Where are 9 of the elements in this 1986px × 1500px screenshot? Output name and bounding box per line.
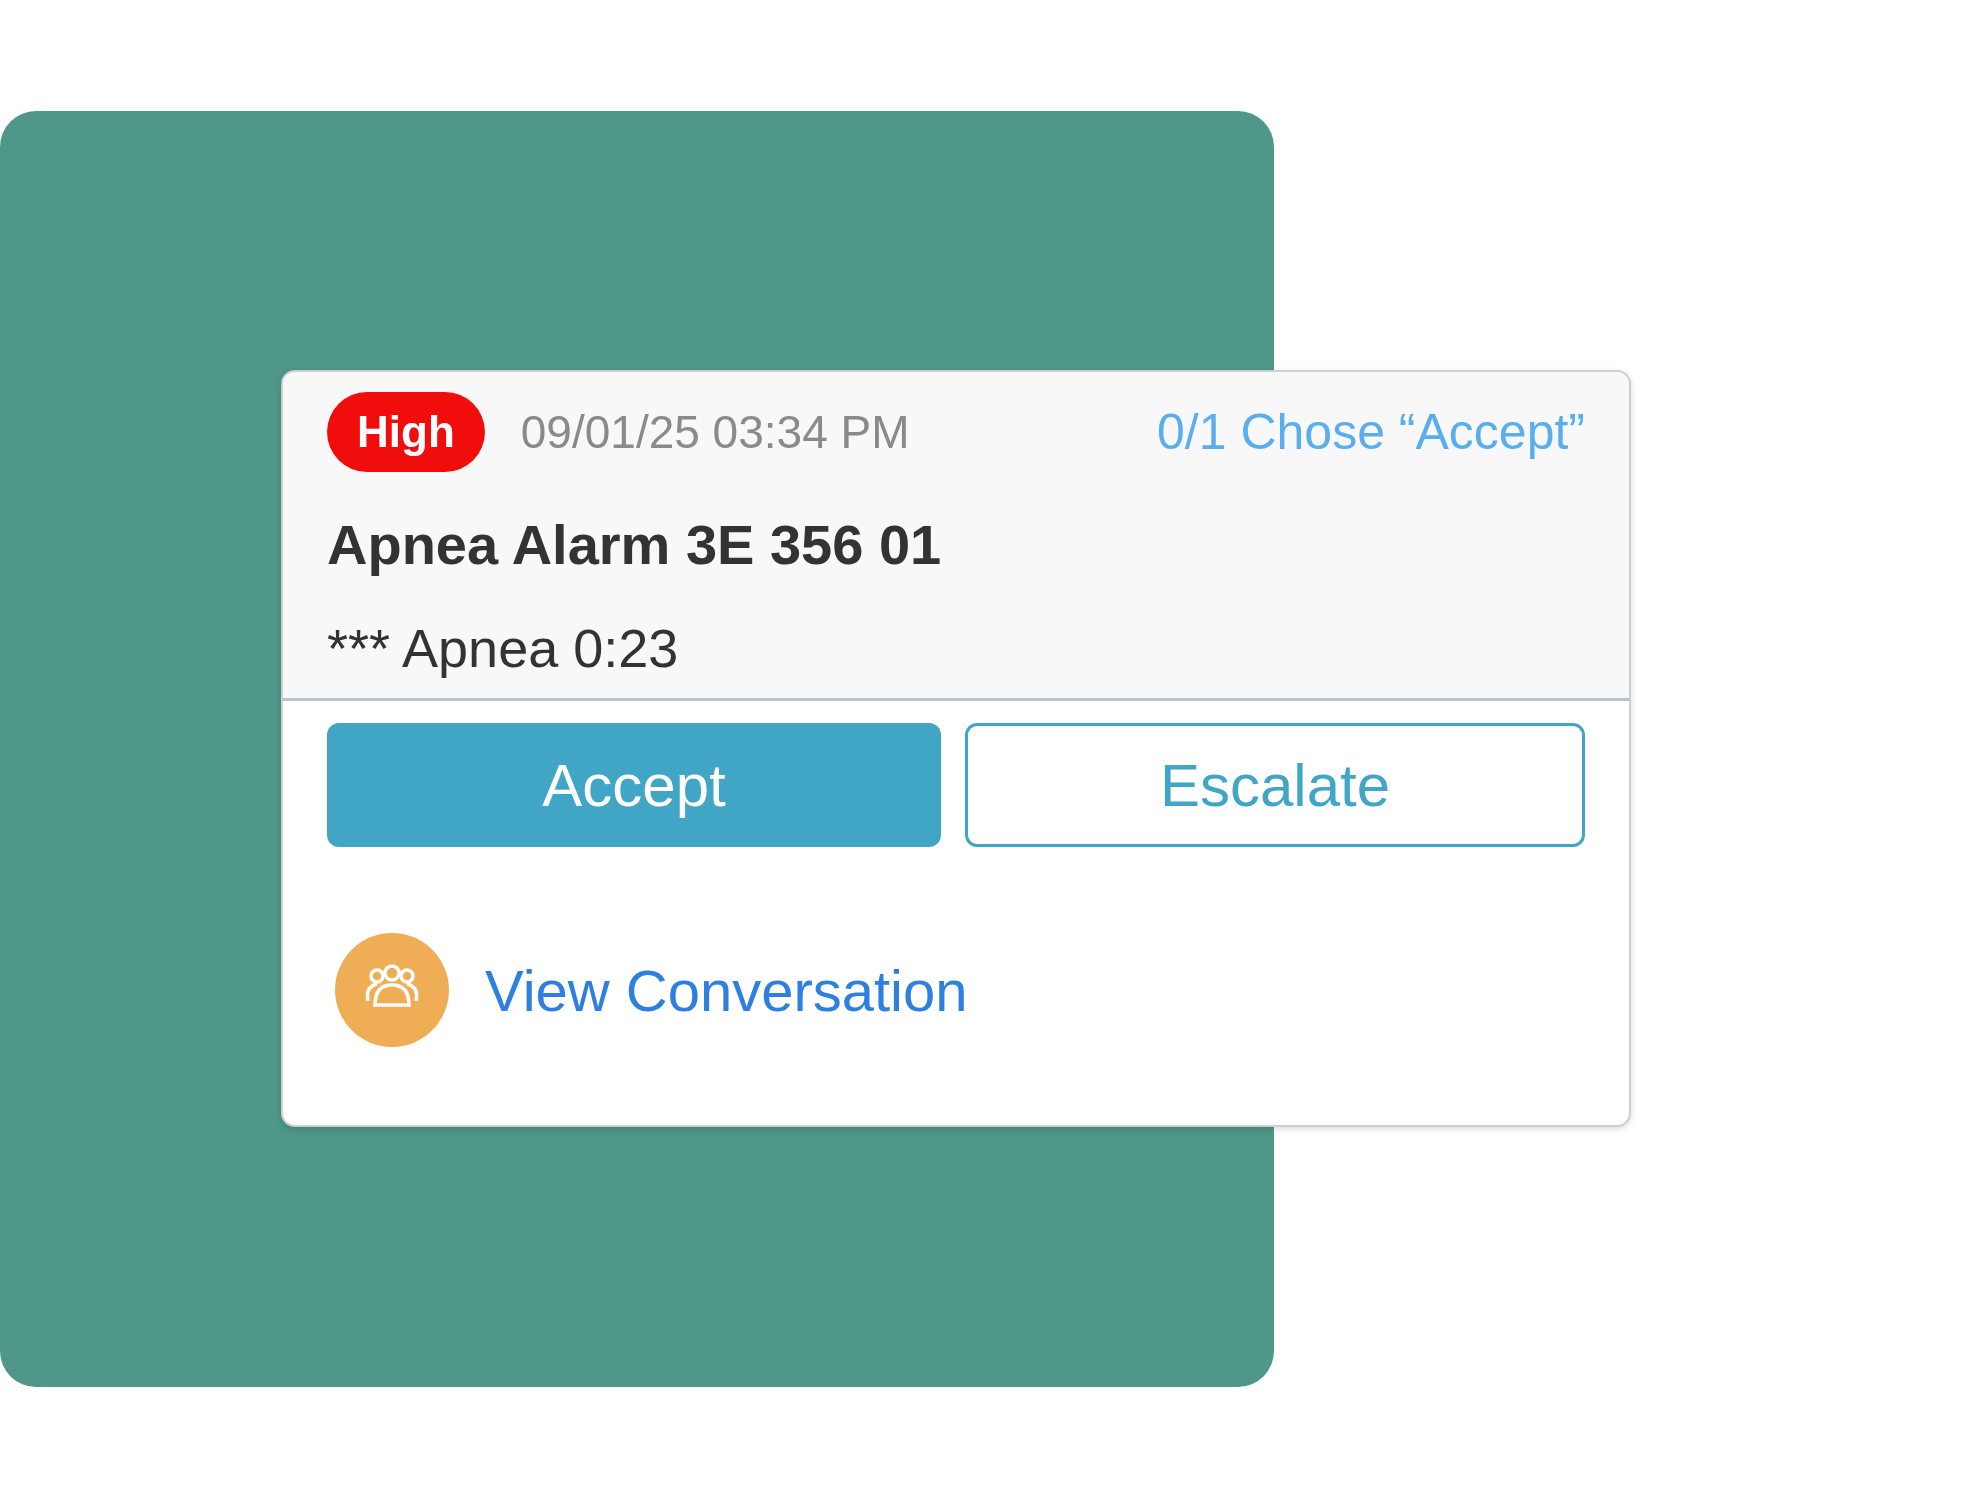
priority-badge: High (327, 392, 485, 472)
view-conversation-link[interactable]: View Conversation (485, 956, 968, 1024)
response-count: 0/1 Chose “Accept” (1157, 403, 1585, 461)
accept-button[interactable]: Accept (327, 723, 941, 847)
alert-title: Apnea Alarm 3E 356 01 (327, 512, 943, 577)
alert-detail: *** Apnea 0:23 (327, 617, 680, 679)
escalate-button[interactable]: Escalate (965, 723, 1585, 847)
group-icon (335, 933, 449, 1047)
timestamp: 09/01/25 03:34 PM (520, 405, 910, 459)
